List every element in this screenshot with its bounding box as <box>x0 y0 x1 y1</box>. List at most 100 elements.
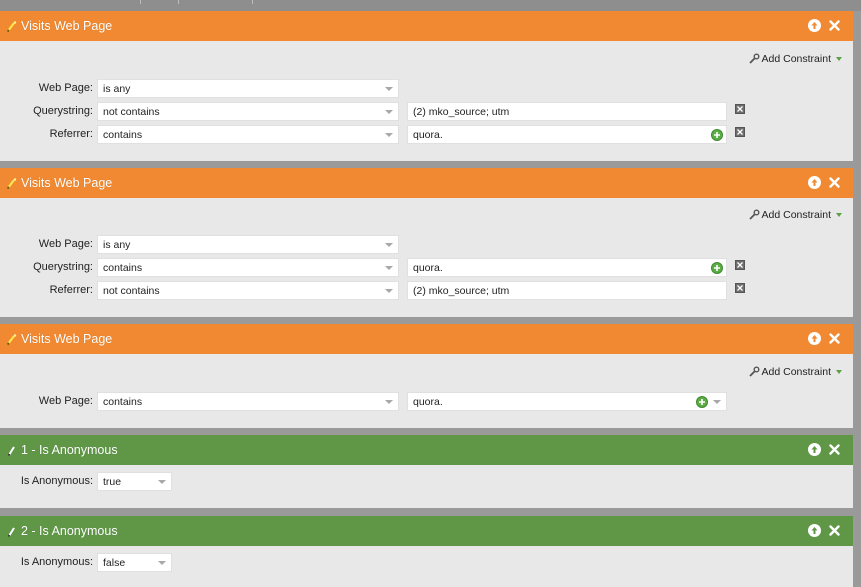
querystring-operator-select[interactable]: not contains <box>97 102 399 121</box>
filter-visits-web-page-1: Visits Web Page Add Constraint Web Page:… <box>0 11 853 161</box>
add-constraint-label: Add Constraint <box>761 366 831 378</box>
filter-header[interactable]: Visits Web Page <box>0 11 853 41</box>
chevron-down-icon <box>385 110 393 114</box>
top-strip <box>0 0 861 11</box>
querystring-value-input[interactable]: (2) mko_source; utm <box>407 102 727 121</box>
filter-is-anonymous-1: 1 - Is Anonymous Is Anonymous: true <box>0 435 853 508</box>
is-anonymous-select[interactable]: true <box>97 472 172 491</box>
delete-row-icon[interactable] <box>735 104 745 114</box>
wrench-icon <box>748 366 760 378</box>
selected-value: contains <box>103 128 143 141</box>
pencil-wand-icon <box>6 176 18 190</box>
chevron-down-icon <box>158 480 166 484</box>
filter-body: Add Constraint Web Page: is any Querystr… <box>0 198 853 317</box>
is-anonymous-label: Is Anonymous: <box>20 556 93 568</box>
filter-is-anonymous-2: 2 - Is Anonymous Is Anonymous: false <box>0 516 853 587</box>
add-constraint-button[interactable]: Add Constraint <box>748 209 842 221</box>
divider <box>178 0 179 4</box>
add-value-icon[interactable] <box>711 262 723 274</box>
querystring-operator-select[interactable]: contains <box>97 258 399 277</box>
add-constraint-label: Add Constraint <box>761 209 831 221</box>
input-value: quora. <box>413 128 443 141</box>
selected-value: is any <box>103 238 131 251</box>
is-anonymous-select[interactable]: false <box>97 553 172 572</box>
querystring-label: Querystring: <box>33 105 93 117</box>
delete-row-icon[interactable] <box>735 283 745 293</box>
input-value: (2) mko_source; utm <box>413 105 510 118</box>
divider <box>252 0 253 4</box>
web-page-label: Web Page: <box>38 238 93 250</box>
filter-title: 1 - Is Anonymous <box>21 443 118 457</box>
input-value: quora. <box>413 395 443 408</box>
selected-value: contains <box>103 395 143 408</box>
web-page-operator-select[interactable]: is any <box>97 235 399 254</box>
chevron-down-icon <box>385 133 393 137</box>
add-constraint-label: Add Constraint <box>761 53 831 65</box>
input-value: quora. <box>413 261 443 274</box>
chevron-down-icon <box>836 56 842 62</box>
move-up-icon[interactable] <box>808 443 821 456</box>
selected-value: contains <box>103 261 143 274</box>
filter-header[interactable]: Visits Web Page <box>0 324 853 354</box>
wrench-icon <box>748 53 760 65</box>
filter-title: Visits Web Page <box>21 19 113 33</box>
close-icon[interactable] <box>828 443 841 456</box>
filter-body: Is Anonymous: false <box>0 546 853 587</box>
move-up-icon[interactable] <box>808 176 821 189</box>
pencil-wand-icon <box>6 19 18 33</box>
web-page-label: Web Page: <box>38 82 93 94</box>
input-value: (2) mko_source; utm <box>413 284 510 297</box>
add-constraint-button[interactable]: Add Constraint <box>748 366 842 378</box>
move-up-icon[interactable] <box>808 19 821 32</box>
close-icon[interactable] <box>828 19 841 32</box>
chevron-down-icon <box>385 87 393 91</box>
move-up-icon[interactable] <box>808 332 821 345</box>
pencil-icon <box>6 524 18 538</box>
chevron-down-icon <box>385 289 393 293</box>
pencil-wand-icon <box>6 332 18 346</box>
web-page-label: Web Page: <box>38 395 93 407</box>
add-constraint-button[interactable]: Add Constraint <box>748 53 842 65</box>
delete-row-icon[interactable] <box>735 260 745 270</box>
referrer-operator-select[interactable]: contains <box>97 125 399 144</box>
filter-visits-web-page-3: Visits Web Page Add Constraint Web Page:… <box>0 324 853 428</box>
querystring-label: Querystring: <box>33 261 93 273</box>
pencil-icon <box>6 443 18 457</box>
querystring-value-input[interactable]: quora. <box>407 258 727 277</box>
divider <box>140 0 141 4</box>
web-page-operator-select[interactable]: contains <box>97 392 399 411</box>
chevron-down-icon <box>385 400 393 404</box>
add-value-icon[interactable] <box>711 129 723 141</box>
referrer-operator-select[interactable]: not contains <box>97 281 399 300</box>
close-icon[interactable] <box>828 332 841 345</box>
wrench-icon <box>748 209 760 221</box>
close-icon[interactable] <box>828 176 841 189</box>
selected-value: is any <box>103 82 131 95</box>
move-up-icon[interactable] <box>808 524 821 537</box>
selected-value: not contains <box>103 284 160 297</box>
chevron-down-icon <box>713 400 721 404</box>
filter-header[interactable]: 2 - Is Anonymous <box>0 516 853 546</box>
filter-body: Is Anonymous: true <box>0 465 853 508</box>
chevron-down-icon <box>385 266 393 270</box>
referrer-value-input[interactable]: (2) mko_source; utm <box>407 281 727 300</box>
chevron-down-icon <box>836 369 842 375</box>
chevron-down-icon <box>836 212 842 218</box>
filter-visits-web-page-2: Visits Web Page Add Constraint Web Page:… <box>0 168 853 317</box>
selected-value: true <box>103 475 122 488</box>
web-page-value-input[interactable]: quora. <box>407 392 727 411</box>
filter-title: Visits Web Page <box>21 332 113 346</box>
close-icon[interactable] <box>828 524 841 537</box>
referrer-value-input[interactable]: quora. <box>407 125 727 144</box>
selected-value: not contains <box>103 105 160 118</box>
chevron-down-icon <box>385 243 393 247</box>
filter-header[interactable]: 1 - Is Anonymous <box>0 435 853 465</box>
delete-row-icon[interactable] <box>735 127 745 137</box>
filter-title: 2 - Is Anonymous <box>21 524 118 538</box>
web-page-operator-select[interactable]: is any <box>97 79 399 98</box>
filter-body: Add Constraint Web Page: is any Querystr… <box>0 41 853 161</box>
filter-header[interactable]: Visits Web Page <box>0 168 853 198</box>
filter-title: Visits Web Page <box>21 176 113 190</box>
chevron-down-icon <box>158 561 166 565</box>
add-value-icon[interactable] <box>696 396 708 408</box>
